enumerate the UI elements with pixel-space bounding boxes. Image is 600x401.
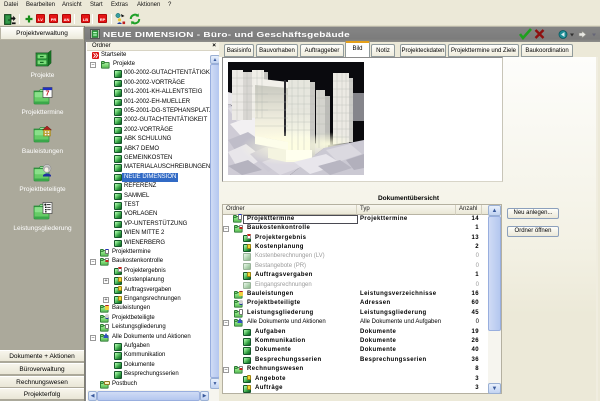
svg-text:7: 7 [46,91,50,98]
